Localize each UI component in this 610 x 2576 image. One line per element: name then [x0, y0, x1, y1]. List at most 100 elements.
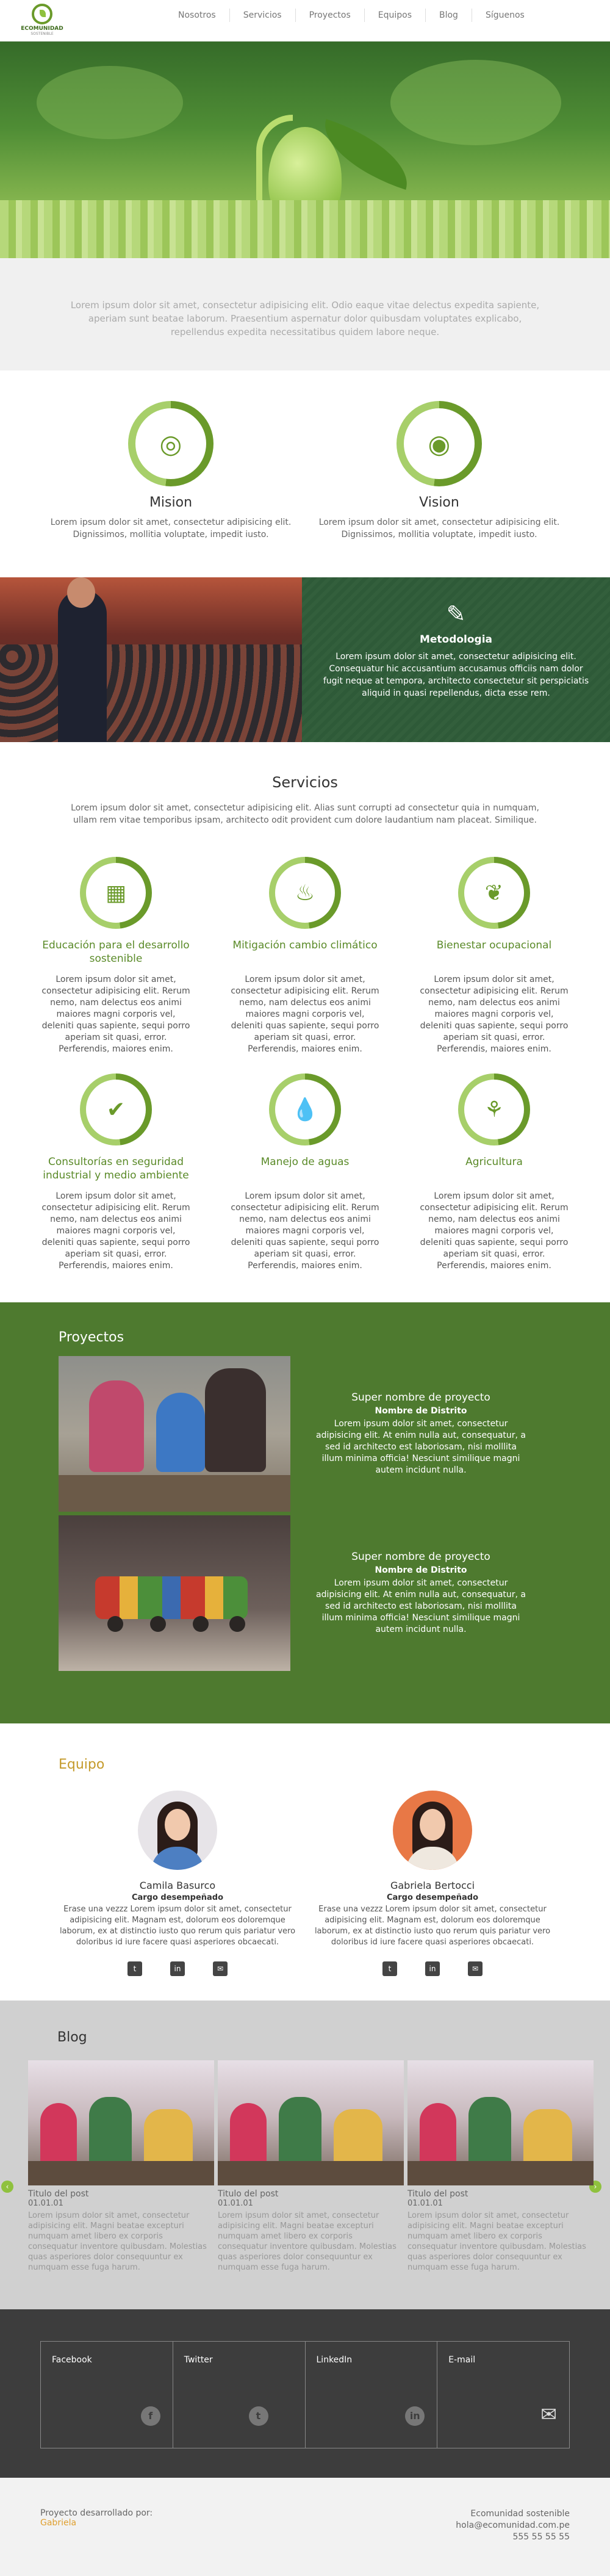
intro-text: Lorem ipsum dolor sit amet, consectetur … — [70, 300, 540, 337]
speaker-photo — [0, 577, 302, 742]
footer-label: Twitter — [184, 2355, 213, 2365]
nav-blog[interactable]: Blog — [426, 9, 472, 22]
vision-title: Vision — [419, 495, 459, 510]
wheat-icon: ⚘ — [464, 1080, 524, 1139]
bottom-bar: Proyecto desarrollado por: Gabriela Ecom… — [0, 2478, 610, 2576]
footer-email[interactable]: E-mail ✉ — [437, 2342, 569, 2448]
contact-email[interactable]: hola@ecomunidad.com.pe — [456, 2520, 570, 2531]
member-name: Gabriela Bertocci — [390, 1880, 475, 1891]
logo[interactable]: ECOMUNIDAD SOSTENIBLE — [21, 4, 63, 39]
methodology-title: Metodologia — [419, 633, 493, 646]
service-card: 💧 Manejo de aguas Lorem ipsum dolor sit … — [226, 1073, 384, 1272]
mail-icon[interactable]: ✉ — [213, 1961, 228, 1976]
twitter-icon[interactable]: t — [248, 2406, 268, 2426]
post-title[interactable]: Titulo del post — [407, 2189, 594, 2199]
services-section: Servicios Lorem ipsum dolor sit amet, co… — [0, 742, 610, 1278]
blog-post[interactable]: Titulo del post 01.01.01 Lorem ipsum dol… — [218, 2060, 404, 2273]
post-image[interactable] — [407, 2060, 594, 2185]
post-date: 01.01.01 — [28, 2199, 63, 2208]
logo-mark-icon — [32, 4, 52, 24]
intro-section: Lorem ipsum dolor sit amet, consectetur … — [0, 258, 610, 370]
project-title[interactable]: Super nombre de proyecto — [315, 1391, 527, 1404]
service-title: Bienestar ocupacional — [436, 939, 552, 951]
project-text: Lorem ipsum dolor sit amet, consectetur … — [315, 1419, 526, 1475]
footer-label: LinkedIn — [316, 2355, 353, 2365]
project-photo[interactable] — [59, 1356, 290, 1512]
nav-nosotros[interactable]: Nosotros — [165, 9, 230, 22]
post-title[interactable]: Titulo del post — [28, 2189, 214, 2199]
blog-title: Blog — [57, 2030, 87, 2045]
service-text: Lorem ipsum dolor sit amet, consectetur … — [41, 975, 190, 1054]
footer-twitter[interactable]: Twitter t — [173, 2342, 306, 2448]
shield-check-icon: ✔ — [86, 1080, 146, 1139]
post-image[interactable] — [28, 2060, 214, 2185]
logo-name: ECOMUNIDAD — [21, 26, 63, 32]
linkedin-icon[interactable]: in — [170, 1961, 185, 1976]
main-nav: Nosotros Servicios Proyectos Equipos Blo… — [165, 9, 538, 22]
project-row: Super nombre de proyecto Nombre de Distr… — [59, 1515, 551, 1671]
blog-post[interactable]: Titulo del post 01.01.01 Lorem ipsum dol… — [28, 2060, 214, 2273]
target-icon: ◎ — [135, 408, 206, 479]
service-card: ❦ Bienestar ocupacional Lorem ipsum dolo… — [415, 857, 573, 1055]
water-drop-icon: 💧 — [275, 1080, 335, 1139]
footer-facebook[interactable]: Facebook f — [41, 2342, 173, 2448]
project-row: Super nombre de proyecto Nombre de Distr… — [59, 1356, 551, 1512]
team-member: Gabriela Bertocci Cargo desempeñado Eras… — [314, 1791, 551, 1976]
nav-siguenos[interactable]: Síguenos — [472, 9, 538, 22]
blog-post[interactable]: Titulo del post 01.01.01 Lorem ipsum dol… — [407, 2060, 594, 2273]
methodology-panel: ✎ Metodologia Lorem ipsum dolor sit amet… — [302, 577, 610, 742]
methodology-text: Lorem ipsum dolor sit amet, consectetur … — [323, 652, 589, 698]
blog-section: Blog ‹ › Titulo del post 01.01.01 Lorem … — [0, 2001, 610, 2309]
services-title: Servicios — [272, 774, 338, 791]
notepad-icon: ✎ — [446, 601, 466, 627]
service-text: Lorem ipsum dolor sit amet, consectetur … — [41, 1191, 190, 1271]
service-text: Lorem ipsum dolor sit amet, consectetur … — [231, 1191, 379, 1271]
service-card: ✔ Consultorías en seguridad industrial y… — [37, 1073, 195, 1272]
project-district: Nombre de Distrito — [375, 1406, 467, 1416]
footer: Facebook f Twitter t LinkedIn in E-mail … — [0, 2309, 610, 2478]
hero-image — [0, 41, 610, 258]
post-image[interactable] — [218, 2060, 404, 2185]
mail-icon[interactable]: ✉ — [468, 1961, 483, 1976]
post-excerpt: Lorem ipsum dolor sit amet, consectetur … — [28, 2211, 207, 2272]
carousel-prev-icon[interactable]: ‹ — [1, 2181, 13, 2193]
facebook-icon[interactable]: f — [140, 2406, 160, 2426]
project-photo[interactable] — [59, 1515, 290, 1671]
service-card: ▦ Educación para el desarrollo sostenibl… — [37, 857, 195, 1055]
footer-linkedin[interactable]: LinkedIn in — [306, 2342, 438, 2448]
mission-vision-section: ◎ Mision Lorem ipsum dolor sit amet, con… — [0, 370, 610, 577]
vision-text: Lorem ipsum dolor sit amet, consectetur … — [318, 518, 560, 539]
post-title[interactable]: Titulo del post — [218, 2189, 404, 2199]
twitter-icon[interactable]: t — [127, 1961, 142, 1976]
methodology-section: ✎ Metodologia Lorem ipsum dolor sit amet… — [0, 577, 610, 742]
service-card: ⚘ Agricultura Lorem ipsum dolor sit amet… — [415, 1073, 573, 1272]
nav-equipos[interactable]: Equipos — [365, 9, 426, 22]
service-title: Mitigación cambio climático — [232, 939, 378, 951]
member-bio: Erase una vezzz Lorem ipsum dolor sit am… — [314, 1905, 551, 1947]
team-section: Equipo Camila Basurco Cargo desempeñado … — [0, 1723, 610, 2001]
service-card: ♨ Mitigación cambio climático Lorem ipsu… — [226, 857, 384, 1055]
hand-flame-icon: ♨ — [275, 863, 335, 923]
site-header: ECOMUNIDAD SOSTENIBLE Nosotros Servicios… — [0, 0, 610, 41]
credit-link[interactable]: Gabriela — [40, 2518, 152, 2528]
linkedin-icon[interactable]: in — [405, 2406, 425, 2426]
linkedin-icon[interactable]: in — [425, 1961, 440, 1976]
nav-servicios[interactable]: Servicios — [230, 9, 296, 22]
nav-proyectos[interactable]: Proyectos — [296, 9, 365, 22]
credit-label: Proyecto desarrollado por: — [40, 2508, 153, 2518]
service-text: Lorem ipsum dolor sit amet, consectetur … — [420, 975, 569, 1054]
project-district: Nombre de Distrito — [375, 1565, 467, 1575]
hand-plant-icon: ❦ — [464, 863, 524, 923]
team-title: Equipo — [59, 1757, 105, 1772]
envelope-icon[interactable]: ✉ — [540, 2403, 557, 2426]
service-title: Agricultura — [465, 1156, 523, 1168]
services-lead: Lorem ipsum dolor sit amet, consectetur … — [71, 803, 539, 825]
mission-title: Mision — [149, 495, 193, 510]
projects-title: Proyectos — [59, 1330, 124, 1345]
presentation-icon: ▦ — [86, 863, 146, 923]
post-date: 01.01.01 — [407, 2199, 443, 2208]
logo-sub: SOSTENIBLE — [30, 32, 54, 36]
twitter-icon[interactable]: t — [382, 1961, 397, 1976]
service-title: Consultorías en seguridad industrial y m… — [43, 1156, 189, 1182]
project-title[interactable]: Super nombre de proyecto — [315, 1551, 527, 1563]
